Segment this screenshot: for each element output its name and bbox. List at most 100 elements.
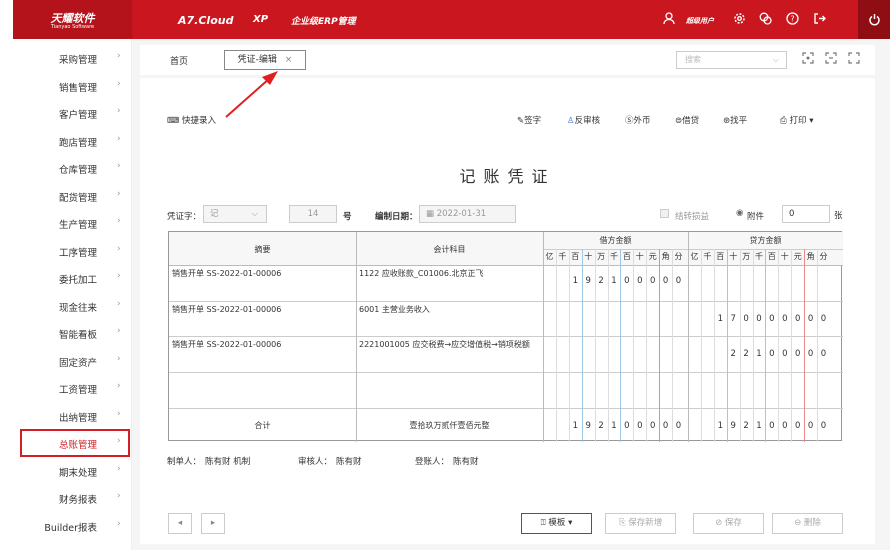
- date-field[interactable]: ▦ 2022-01-31: [419, 205, 516, 223]
- sidebar-item[interactable]: Builder报表 ›: [13, 513, 132, 540]
- chevron-right-icon: ›: [117, 298, 121, 309]
- sidebar-item[interactable]: 工资管理 ›: [13, 375, 132, 402]
- voucher-number-suffix: 号: [343, 212, 352, 222]
- close-icon[interactable]: ×: [285, 55, 293, 65]
- table-row[interactable]: [169, 372, 843, 408]
- sidebar-item[interactable]: 生产管理 ›: [13, 210, 132, 237]
- sidebar-item-label: 配货管理: [58, 192, 97, 204]
- next-page-button[interactable]: ▸: [201, 513, 225, 534]
- auditor-name: 陈有财: [336, 457, 362, 467]
- calendar-icon: ▦: [426, 209, 435, 219]
- tab-voucher-edit[interactable]: 凭证-编辑 ×: [224, 50, 306, 70]
- chevron-right-icon: ›: [117, 161, 121, 171]
- power-button[interactable]: [858, 0, 890, 39]
- row-account: 2221001005 应交税费→应交增值税→销项税额: [359, 340, 530, 349]
- sidebar-item[interactable]: 跑店管理 ›: [13, 128, 132, 155]
- sidebar-item-label: 固定资产: [58, 357, 97, 369]
- digit-unit-header: 亿: [545, 252, 554, 261]
- user-icon[interactable]: [663, 12, 675, 28]
- delete-button[interactable]: ⊖ 删除: [772, 513, 843, 534]
- logo: 天耀软件 Tianyao Software: [13, 0, 132, 39]
- sidebar-item[interactable]: 仓库管理 ›: [13, 155, 132, 182]
- print-button[interactable]: ⎙ 打印 ▾: [780, 114, 814, 126]
- quick-entry-button[interactable]: ⌨ 快捷录入: [167, 114, 216, 126]
- template-label: 模板: [548, 518, 566, 528]
- amount-digit: 0: [769, 314, 775, 324]
- sidebar-item[interactable]: 客户管理 ›: [13, 100, 132, 127]
- sidebar-item[interactable]: 智能看板 ›: [13, 320, 132, 347]
- amount-digit: 0: [649, 421, 656, 431]
- search-input[interactable]: 搜索 ⌵: [676, 51, 787, 69]
- chevron-down-icon: ⌵: [251, 209, 258, 219]
- digit-unit-header: 百: [571, 252, 580, 261]
- product-name: A7.Cloud: [178, 14, 234, 27]
- amount-digit: 0: [769, 421, 775, 431]
- chevron-right-icon: ›: [117, 381, 121, 391]
- fullscreen-icon[interactable]: [848, 52, 860, 67]
- tab-label: 凭证-编辑: [237, 55, 277, 65]
- attachment-count-field[interactable]: 0: [782, 205, 830, 223]
- voucher-number-field[interactable]: 14: [289, 205, 337, 223]
- paperclip-icon: ◉: [736, 208, 744, 218]
- save-button[interactable]: ⊘ 保存: [693, 513, 764, 534]
- locate-icon[interactable]: [802, 52, 814, 67]
- voucher-word-value: 记: [210, 209, 219, 219]
- fit-screen-icon[interactable]: [825, 52, 837, 67]
- search-placeholder: 搜索: [685, 55, 701, 64]
- balance-button[interactable]: ⊛找平: [723, 114, 747, 126]
- settings-icon[interactable]: [733, 12, 746, 28]
- top-bar: 天耀软件 Tianyao Software A7.Cloud XP 企业级ERP…: [13, 0, 890, 39]
- carry-checkbox[interactable]: [660, 209, 669, 218]
- template-button[interactable]: ⍐ 模板 ▾: [521, 513, 592, 534]
- digit-unit-header: 十: [729, 252, 738, 261]
- total-amount-text: 壹拾玖万贰仟壹佰元整: [409, 421, 490, 430]
- chevron-right-icon: ›: [117, 106, 121, 116]
- sidebar-item[interactable]: 销售管理 ›: [13, 73, 132, 100]
- save-new-button[interactable]: ⎘ 保存新增: [605, 513, 676, 534]
- sidebar-item-label: 期末处理: [58, 467, 97, 479]
- foreign-currency-button[interactable]: Ⓢ外币: [625, 114, 651, 126]
- sidebar-item[interactable]: 采购管理 ›: [13, 45, 132, 72]
- help-icon[interactable]: ?: [786, 12, 799, 28]
- sidebar-item[interactable]: 现金往来 ›: [13, 293, 132, 320]
- svg-text:?: ?: [790, 15, 794, 24]
- row-summary: 销售开单 SS-2022-01-00006: [172, 340, 282, 349]
- logout-icon[interactable]: [813, 12, 826, 28]
- amount-digit: 0: [743, 314, 749, 324]
- digit-unit-header: 千: [755, 252, 763, 261]
- sidebar-item[interactable]: 出纳管理 ›: [13, 403, 132, 430]
- printer-icon: ⎙: [780, 116, 787, 126]
- chevron-right-icon: ›: [117, 188, 121, 199]
- sidebar-item[interactable]: 财务报表 ›: [13, 485, 132, 512]
- amount-digit: 1: [717, 314, 723, 324]
- sidebar-item[interactable]: 固定资产 ›: [13, 348, 132, 375]
- sidebar-item[interactable]: 配货管理 ›: [13, 183, 132, 210]
- voucher-word-select[interactable]: 记 ⌵: [203, 205, 267, 223]
- sidebar-item[interactable]: 工序管理 ›: [13, 238, 132, 265]
- prev-page-button[interactable]: ◂: [168, 513, 192, 534]
- sign-button[interactable]: ✎签字: [517, 114, 541, 126]
- chevron-down-icon[interactable]: ⌵: [773, 52, 779, 68]
- amount-digit: 2: [730, 349, 736, 359]
- logo-subtext: Tianyao Software: [50, 24, 95, 30]
- unaudit-button[interactable]: ♙反审核: [567, 114, 600, 126]
- user-check-icon: ♙: [567, 116, 575, 126]
- sidebar-item-label: 工资管理: [58, 385, 97, 396]
- sidebar-item-label: 跑店管理: [58, 137, 97, 149]
- amount-digit: 9: [585, 276, 591, 286]
- amount-digit: 0: [820, 314, 827, 324]
- tab-home[interactable]: 首页: [170, 54, 188, 67]
- sidebar-item[interactable]: 委托加工 ›: [13, 265, 132, 292]
- chevron-right-icon: ›: [117, 271, 121, 281]
- chat-icon[interactable]: [759, 12, 772, 28]
- chevron-right-icon: ›: [117, 463, 121, 474]
- caret-down-icon: ▾: [809, 116, 814, 126]
- sidebar-selected-highlight: [20, 429, 130, 457]
- row-summary: 销售开单 SS-2022-01-00006: [172, 269, 282, 278]
- borrow-label: 借贷: [682, 116, 700, 126]
- suite-name: 企业级ERP管理: [291, 17, 356, 27]
- sidebar-item-label: 财务报表: [58, 495, 97, 506]
- user-name[interactable]: 超级用户: [686, 16, 714, 26]
- sidebar-item[interactable]: 期末处理 ›: [13, 458, 132, 485]
- debit-credit-button[interactable]: ⊜借贷: [675, 114, 699, 126]
